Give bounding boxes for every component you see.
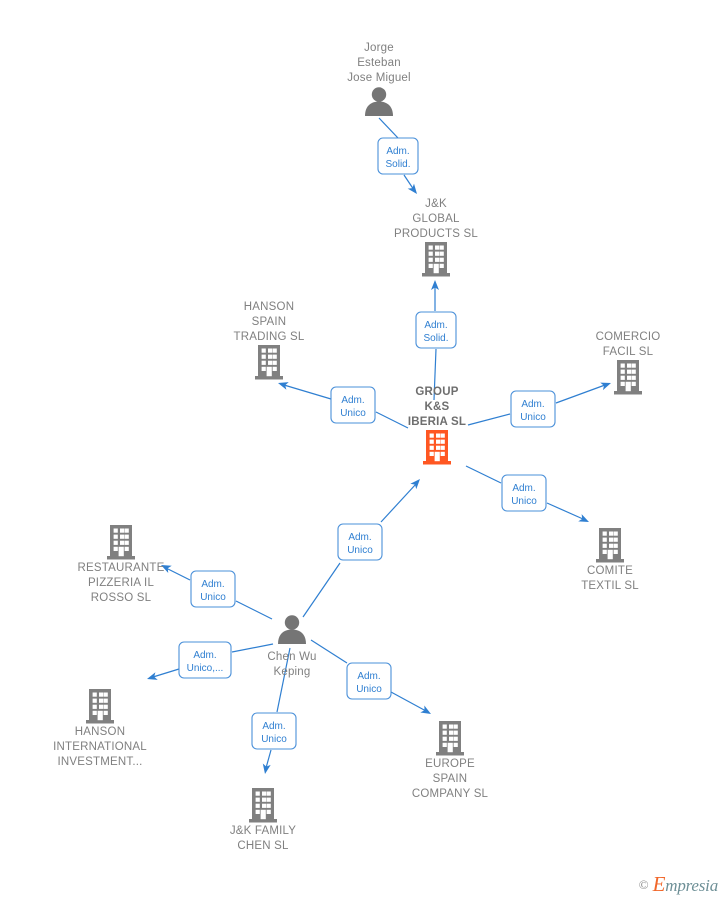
node-label-hanson_spain: HANSON SPAIN TRADING SL bbox=[233, 301, 304, 343]
diagram-root: Jorge Esteban Jose Miguel J&K GLOBAL PRODUCTS… bbox=[0, 0, 728, 905]
copyright-icon: © bbox=[638, 876, 649, 892]
edge-arrowhead bbox=[420, 705, 431, 714]
building-icon bbox=[436, 721, 464, 756]
building-icon bbox=[249, 788, 277, 823]
edge-label-e2[interactable]: Adm. Solid. bbox=[415, 311, 457, 349]
edge-line bbox=[546, 502, 584, 520]
brand-initial: E bbox=[652, 872, 666, 896]
node-label-jk_global: J&K GLOBAL PRODUCTS SL bbox=[394, 198, 478, 240]
edge-label-e5[interactable]: Adm. Unico bbox=[501, 474, 547, 512]
graph-node-restaurante_pizzeria[interactable]: RESTAURANTE PIZZERIA IL ROSSO SL bbox=[78, 525, 165, 604]
edge-label-e8[interactable]: Adm. Unico,... bbox=[178, 641, 232, 679]
graph-node-chen_wu_keping[interactable]: Chen Wu Keping bbox=[267, 615, 316, 678]
building-icon bbox=[614, 360, 642, 395]
edge-line bbox=[152, 668, 180, 678]
node-label-jk_family_chen: J&K FAMILY CHEN SL bbox=[230, 825, 296, 852]
graph-node-jorge_esteban[interactable]: Jorge Esteban Jose Miguel bbox=[347, 42, 411, 116]
node-label-comite_textil: COMITE TEXTIL SL bbox=[581, 565, 639, 592]
edge-label-e4[interactable]: Adm. Unico bbox=[510, 390, 556, 428]
node-label-group_ks_iberia: GROUP K&S IBERIA SL bbox=[408, 386, 466, 428]
edge-line bbox=[283, 384, 332, 400]
edge-arrowhead bbox=[147, 672, 158, 680]
building-icon bbox=[255, 345, 283, 380]
node-label-europe_spain: EUROPE SPAIN COMPANY SL bbox=[412, 758, 489, 800]
edge-label-e10[interactable]: Adm. Unico bbox=[346, 662, 392, 700]
edge-line bbox=[375, 411, 409, 429]
network-graph[interactable]: Jorge Esteban Jose Miguel J&K GLOBAL PRODUCTS… bbox=[0, 0, 728, 905]
person-icon bbox=[278, 615, 306, 644]
edge-line bbox=[380, 483, 417, 523]
edge-line bbox=[390, 691, 427, 712]
graph-node-hanson_international[interactable]: HANSON INTERNATIONAL INVESTMENT... bbox=[53, 689, 147, 768]
edge-line bbox=[235, 600, 273, 620]
building-icon bbox=[422, 242, 450, 277]
building-icon bbox=[86, 689, 114, 724]
edge-arrowhead bbox=[407, 183, 417, 194]
edge-line bbox=[555, 384, 606, 404]
graph-node-comite_textil[interactable]: COMITE TEXTIL SL bbox=[581, 528, 639, 592]
graph-node-group_ks_iberia[interactable]: GROUP K&S IBERIA SL bbox=[408, 386, 466, 465]
edge-label-e7[interactable]: Adm. Unico bbox=[190, 570, 236, 608]
edge-arrowhead bbox=[278, 382, 289, 390]
edge-line bbox=[465, 465, 502, 484]
node-label-restaurante_pizzeria: RESTAURANTE PIZZERIA IL ROSSO SL bbox=[78, 562, 165, 604]
edge-labels-layer: Adm. Solid. Adm. Solid. Adm. Unico Adm. Unico Ad… bbox=[178, 137, 556, 750]
graph-node-jk_global[interactable]: J&K GLOBAL PRODUCTS SL bbox=[394, 198, 478, 277]
nodes-layer: Jorge Esteban Jose Miguel J&K GLOBAL PRODUCTS… bbox=[53, 42, 660, 852]
edge-label-e3[interactable]: Adm. Unico bbox=[330, 386, 376, 424]
edge-arrowhead bbox=[262, 763, 271, 774]
edge-line bbox=[403, 174, 415, 191]
edge-arrowhead bbox=[410, 479, 420, 490]
person-icon bbox=[365, 87, 393, 116]
edge-arrowhead bbox=[578, 514, 589, 522]
brand-logo: Empresia bbox=[652, 872, 719, 897]
edge-line bbox=[378, 117, 399, 139]
node-label-chen_wu_keping: Chen Wu Keping bbox=[267, 651, 316, 678]
graph-node-europe_spain[interactable]: EUROPE SPAIN COMPANY SL bbox=[412, 721, 489, 800]
node-label-comercio_facil: COMERCIO FACIL SL bbox=[596, 331, 661, 358]
building-icon bbox=[423, 430, 451, 465]
edge-label-e6[interactable]: Adm. Unico bbox=[337, 523, 383, 561]
brand-rest: mpresia bbox=[665, 876, 718, 895]
edge-label-e1[interactable]: Adm. Solid. bbox=[377, 137, 419, 175]
graph-node-hanson_spain[interactable]: HANSON SPAIN TRADING SL bbox=[233, 301, 305, 380]
edge-arrowhead bbox=[600, 382, 611, 391]
watermark: © Empresia bbox=[639, 872, 718, 897]
graph-node-jk_family_chen[interactable]: J&K FAMILY CHEN SL bbox=[230, 788, 296, 852]
edge-line bbox=[165, 567, 191, 581]
edge-line bbox=[302, 562, 341, 618]
building-icon bbox=[107, 525, 135, 560]
edge-label-e9[interactable]: Adm. Unico bbox=[251, 712, 297, 750]
building-icon bbox=[596, 528, 624, 563]
node-label-hanson_international: HANSON INTERNATIONAL INVESTMENT... bbox=[53, 726, 147, 768]
edge-line bbox=[467, 413, 511, 426]
node-label-jorge_esteban: Jorge Esteban Jose Miguel bbox=[347, 42, 411, 84]
